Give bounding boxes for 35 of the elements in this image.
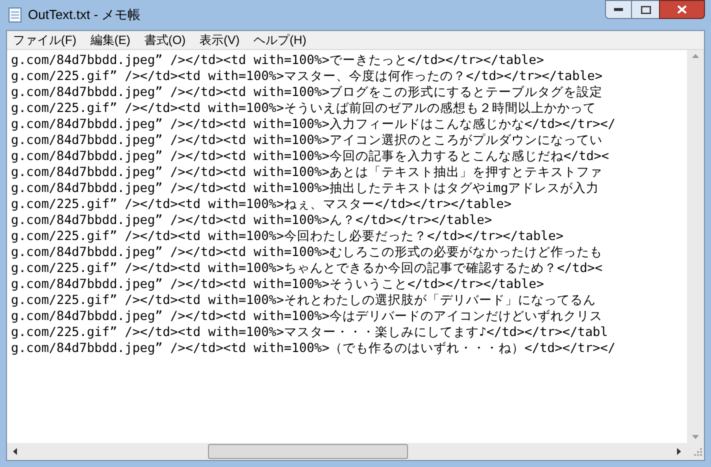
notepad-icon — [8, 7, 22, 23]
minimize-icon — [614, 8, 623, 11]
menu-item[interactable]: 表示(V) — [200, 31, 240, 49]
menu-item[interactable]: ヘルプ(H) — [254, 31, 306, 49]
minimize-button[interactable] — [605, 0, 632, 19]
text-line: g.com/84d7bbdd.jpeg” /></td><td with=100%>アイコン選択のところがプルダウンになってい — [11, 132, 602, 148]
text-line: g.com/225.gif” /></td><td with=100%>ちゃんとできるか今回の記事で確認するため？</td>< — [11, 260, 602, 276]
close-button[interactable] — [659, 0, 705, 19]
maximize-icon — [640, 6, 650, 14]
text-line: g.com/84d7bbdd.jpeg” /></td><td with=100%>ん？</td></tr></table> — [11, 212, 492, 228]
text-line: g.com/225.gif” /></td><td with=100%>そういえば前回のゼアルの感想も２時間以上かかって — [11, 100, 596, 116]
text-line: g.com/225.gif” /></td><td with=100%>マスター・・・楽しみにしてます♪</td></tr></tabl — [11, 324, 608, 340]
text-line: g.com/84d7bbdd.jpeg” /></td><td with=100%>あとは「テキスト抽出」を押すとテキストファ — [11, 164, 602, 180]
text-line: g.com/84d7bbdd.jpeg” /></td><td with=100%>むしろこの形式の必要がなかったけど作ったも — [11, 244, 602, 260]
menu-item[interactable]: 書式(O) — [144, 31, 186, 49]
text-line: g.com/225.gif” /></td><td with=100%>それとわたしの選択肢が「デリバード」になってるん — [11, 292, 596, 308]
text-line: g.com/225.gif” /></td><td with=100%>今回わたし必要だった？</td></tr></table> — [11, 228, 564, 244]
text-line: g.com/84d7bbdd.jpeg” /></td><td with=100%>入力フィールドはこんな感じかな</td></tr></ — [11, 116, 616, 132]
text-line: g.com/84d7bbdd.jpeg” /></td><td with=100%>今はデリバードのアイコンだけどいずれクリス — [11, 308, 602, 324]
text-line: g.com/84d7bbdd.jpeg” /></td><td with=100%>（でも作るのはいずれ・・・ね）</td></tr></ — [11, 340, 616, 356]
window-title: OutText.txt - メモ帳 — [28, 6, 141, 24]
close-icon — [677, 5, 687, 14]
text-line: g.com/225.gif” /></td><td with=100%>マスター、今度は何作ったの？</td></tr></table> — [11, 68, 602, 84]
scroll-left-icon[interactable] — [13, 448, 17, 455]
text-line: g.com/84d7bbdd.jpeg” /></td><td with=100%>そういうこと</td></tr></table> — [11, 276, 544, 292]
text-line: g.com/84d7bbdd.jpeg” /></td><td with=100%>今回の記事を入力するとこんな感じだね</td>< — [11, 148, 609, 164]
text-line: g.com/84d7bbdd.jpeg” /></td><td with=100%>抽出したテキストはタグやimgアドレスが入力 — [11, 180, 600, 196]
menu-item[interactable]: 編集(E) — [90, 31, 130, 49]
text-line: g.com/84d7bbdd.jpeg” /></td><td with=100%>でーきたっと</td></tr></table> — [11, 52, 544, 68]
text-line: g.com/225.gif” /></td><td with=100%>ねぇ、マスター</td></tr></table> — [11, 196, 512, 212]
maximize-button[interactable] — [632, 0, 659, 19]
scroll-thumb[interactable] — [208, 444, 408, 459]
scroll-right-icon[interactable] — [677, 448, 681, 455]
text-line: g.com/84d7bbdd.jpeg” /></td><td with=100%>ブログをこの形式にするとテーブルタグを設定 — [11, 84, 602, 100]
menu-item[interactable]: ファイル(F) — [13, 31, 76, 49]
